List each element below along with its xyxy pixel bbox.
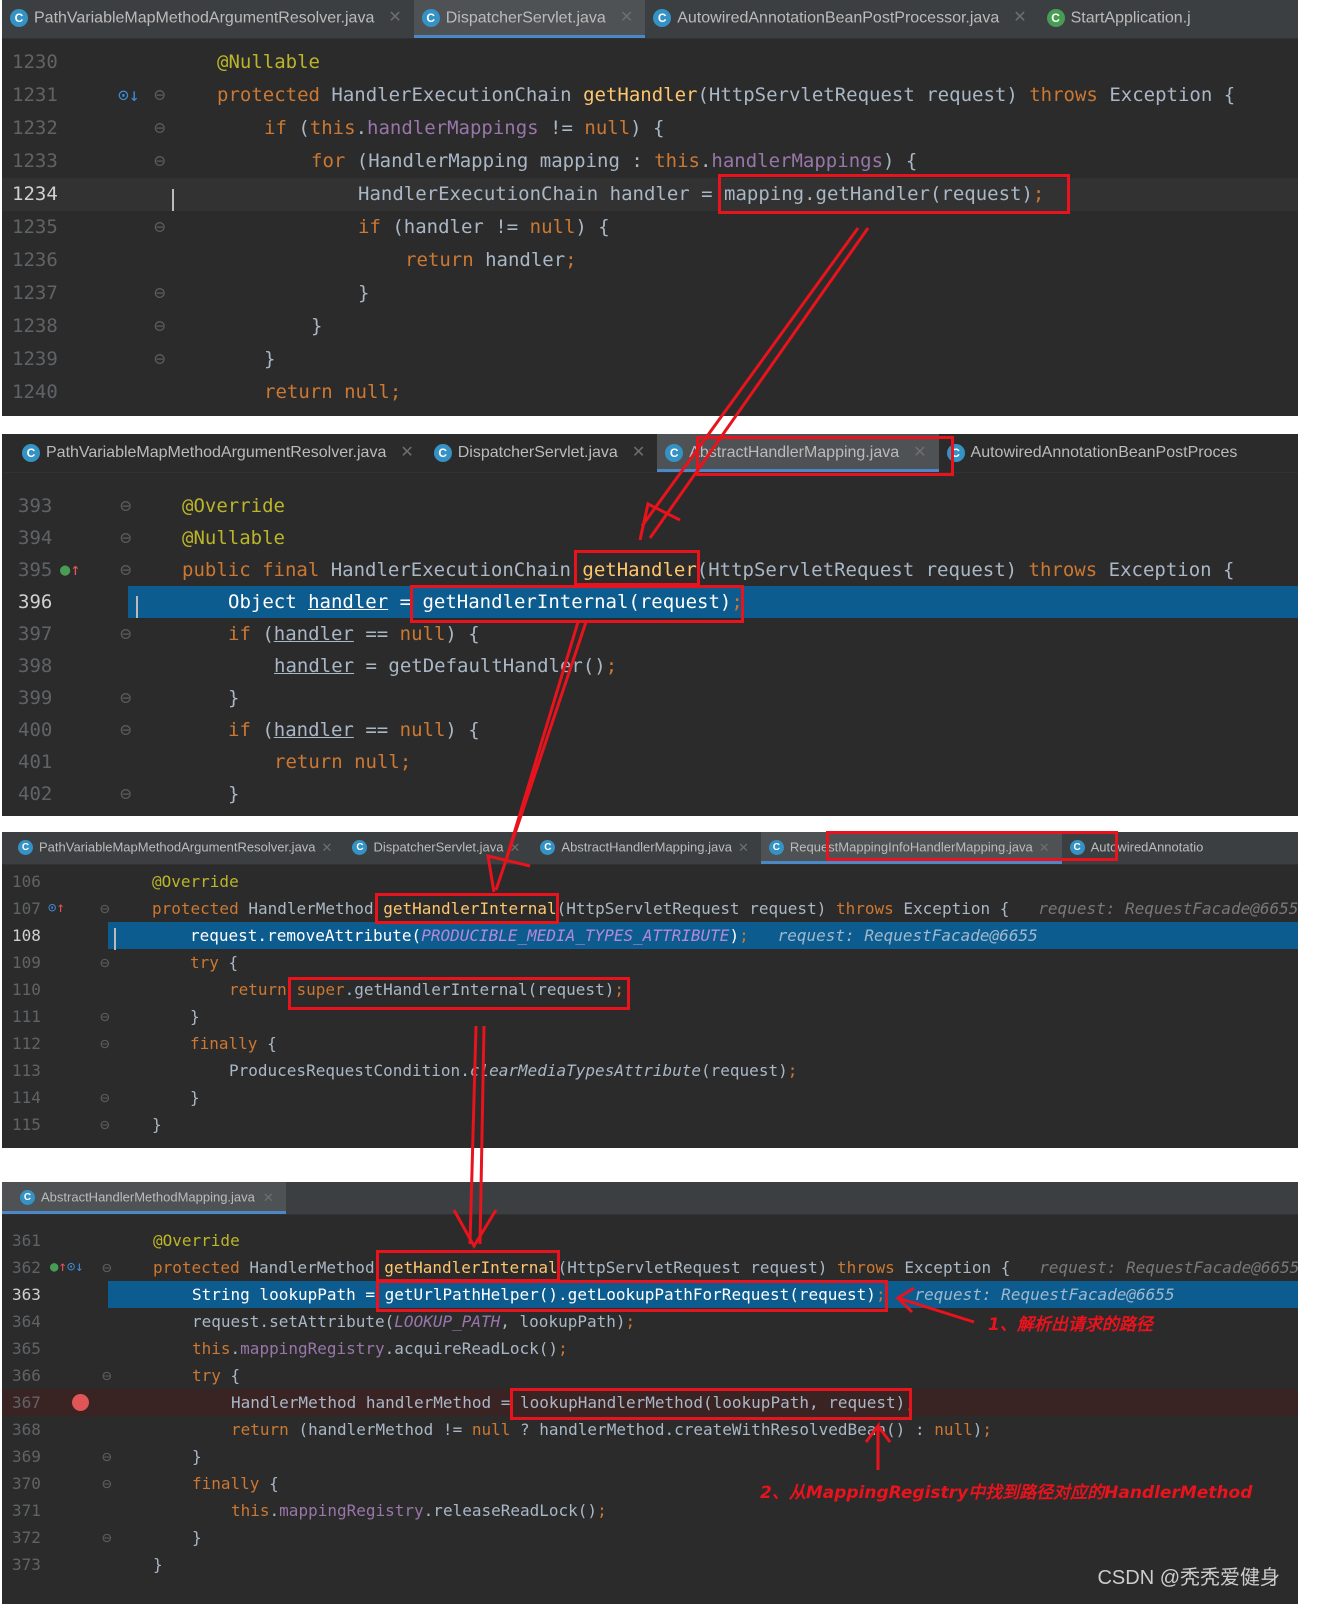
arrow-panel1-to-panel2: [648, 227, 870, 539]
arrow-note2: [864, 1421, 892, 1470]
annotation-note-2: 2、从MappingRegistry中找到路径对应的HandlerMethod: [760, 1483, 1253, 1503]
callout-arrows: [452, 227, 975, 1470]
arrow-note1: [894, 1286, 975, 1324]
watermark: CSDN @秃秃爱健身: [1097, 1567, 1280, 1589]
arrow-panel3-to-panel4: [468, 1025, 478, 1245]
annotation-note-1: 1、解析出请求的路径: [988, 1315, 1153, 1335]
